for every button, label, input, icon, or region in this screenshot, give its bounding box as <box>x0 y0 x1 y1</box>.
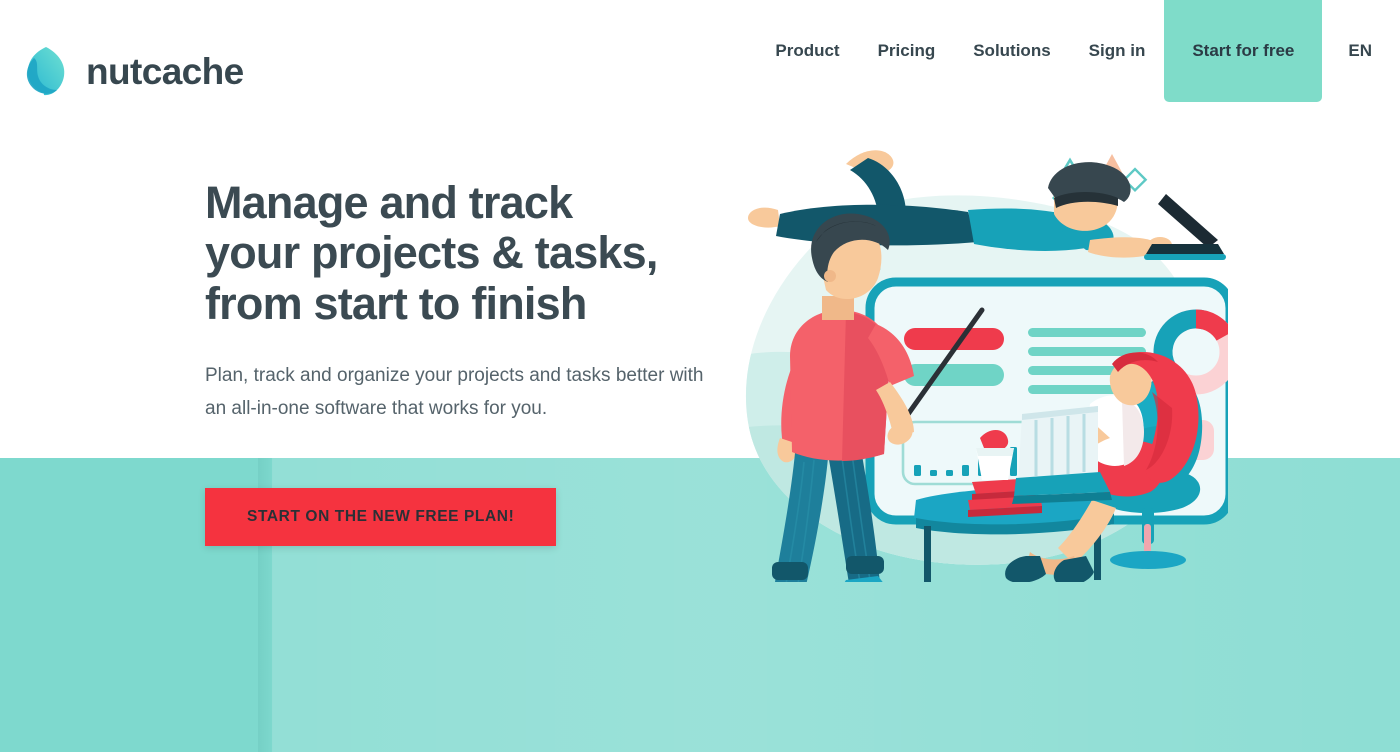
site-header: nutcache Product Pricing Solutions Sign … <box>0 0 1400 140</box>
nav-item-pricing[interactable]: Pricing <box>859 0 955 102</box>
nutcache-leaf-logo-icon <box>26 47 65 96</box>
nav-item-product[interactable]: Product <box>756 0 858 102</box>
board-bar-teal <box>904 364 1004 386</box>
language-selector[interactable]: EN <box>1322 0 1400 102</box>
nav-item-solutions[interactable]: Solutions <box>954 0 1069 102</box>
nav-item-sign-in[interactable]: Sign in <box>1070 0 1165 102</box>
page-title: Manage and track your projects & tasks, … <box>205 177 725 329</box>
start-free-plan-button[interactable]: START ON THE NEW FREE PLAN! <box>205 488 557 546</box>
hero-copy: Manage and track your projects & tasks, … <box>205 177 725 426</box>
main-navigation: Product Pricing Solutions Sign in Start … <box>756 0 1400 102</box>
desk-laptop <box>1012 406 1112 504</box>
floating-laptop <box>1144 194 1226 260</box>
hero-subtitle: Plan, track and organize your projects a… <box>205 365 704 419</box>
hero-title-line-3: from start to finish <box>205 277 587 329</box>
chair-base <box>1110 551 1186 569</box>
hero-title-line-1: Manage and track <box>205 177 573 228</box>
hero-title-line-2: your projects & tasks, <box>205 227 658 279</box>
hero-illustration <box>718 132 1228 582</box>
start-for-free-button[interactable]: Start for free <box>1164 0 1323 102</box>
brand-name: nutcache <box>86 50 244 92</box>
landing-page: nutcache Product Pricing Solutions Sign … <box>0 0 1400 752</box>
brand-logo[interactable]: nutcache <box>20 44 244 98</box>
